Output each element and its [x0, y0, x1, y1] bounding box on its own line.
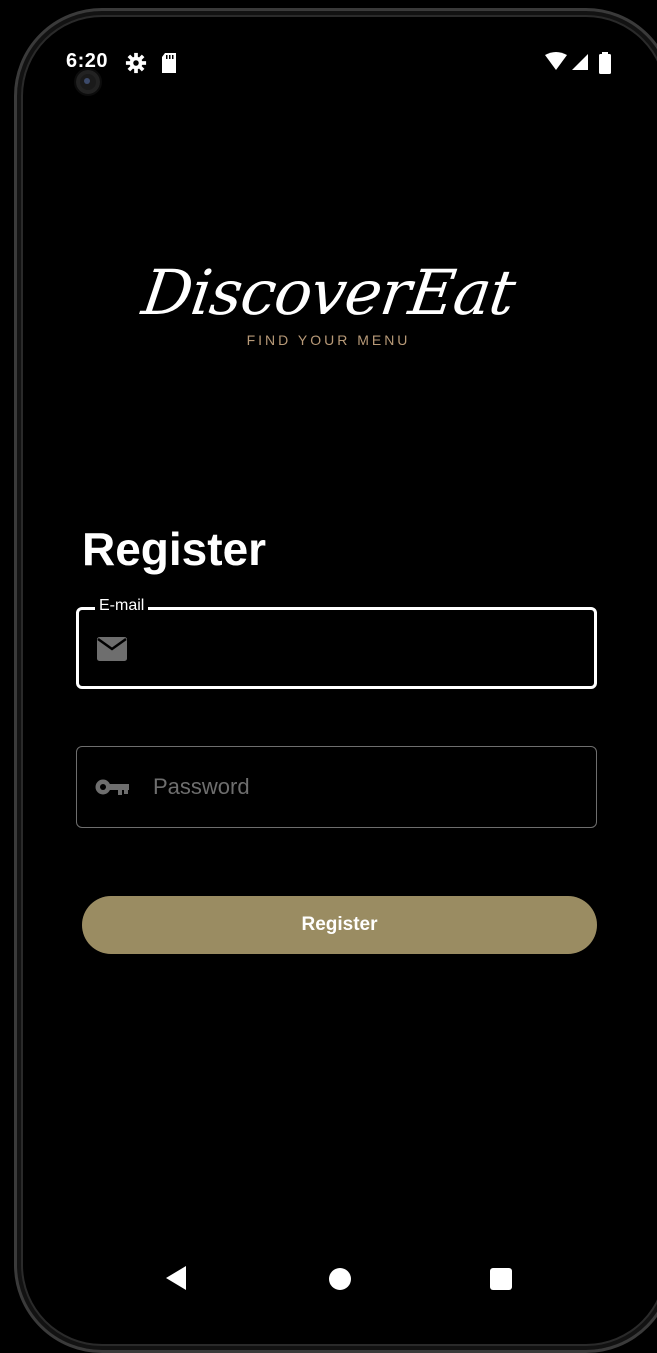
register-button[interactable]: Register	[82, 896, 597, 954]
back-icon[interactable]	[164, 1264, 188, 1292]
sd-card-icon	[162, 53, 176, 73]
wifi-icon	[545, 52, 567, 70]
battery-icon	[599, 52, 611, 74]
logo-wordmark: DiscoverEat	[137, 256, 520, 329]
email-field-label: E-mail	[95, 597, 149, 615]
home-icon[interactable]	[327, 1266, 353, 1292]
page-title: Register	[82, 523, 267, 575]
device-frame: 6:20 DiscoverEat FIND YOUR MENU Register…	[0, 0, 657, 1353]
password-input[interactable]	[153, 747, 573, 827]
key-icon	[95, 779, 129, 795]
email-input[interactable]	[155, 610, 575, 686]
app-logo: DiscoverEat FIND YOUR MENU	[0, 256, 657, 348]
signal-icon	[572, 54, 588, 70]
front-camera	[74, 68, 102, 96]
recents-icon[interactable]	[489, 1267, 513, 1291]
settings-icon	[125, 52, 147, 74]
password-field[interactable]	[76, 746, 597, 828]
mail-icon	[97, 637, 127, 661]
status-bar: 6:20	[0, 0, 657, 96]
logo-tagline: FIND YOUR MENU	[246, 332, 411, 348]
email-field[interactable]: E-mail	[76, 597, 597, 689]
